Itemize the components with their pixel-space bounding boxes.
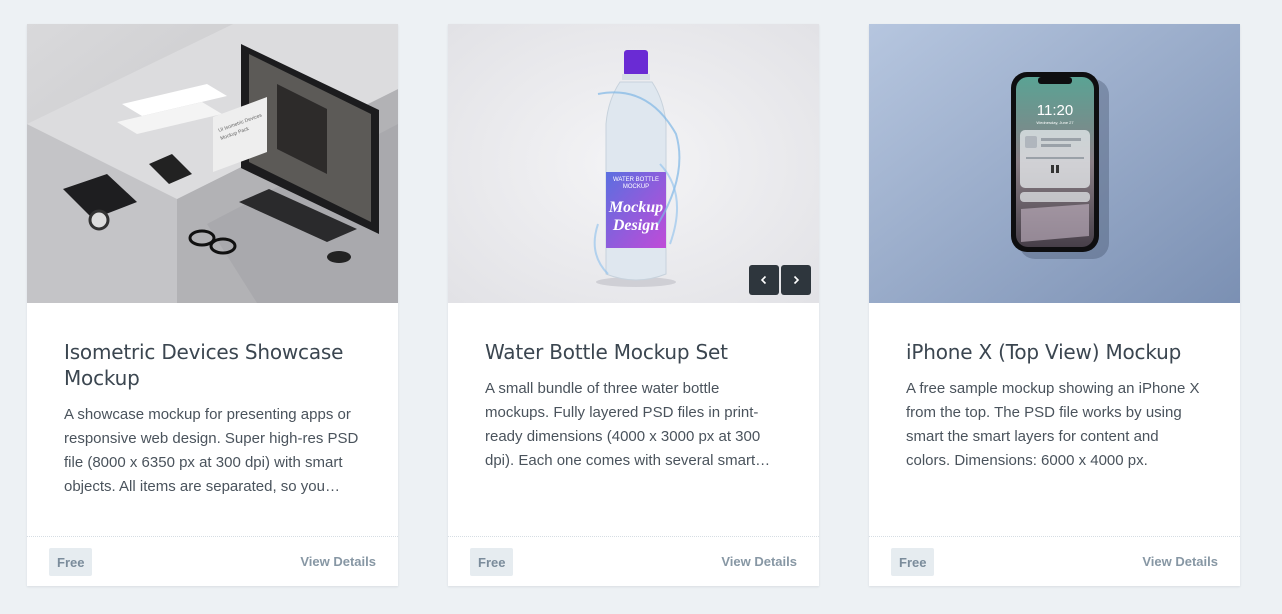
isometric-devices-image: UI Isometric Devices Mockup Pack [27, 24, 398, 303]
bottle-label-text: WATER BOTTLE [613, 177, 659, 183]
mockup-card: 11:20 Wednesday, June 27 iPhone X (Top V… [869, 24, 1240, 586]
water-bottle-image: WATER BOTTLE MOCKUP Mockup Design [448, 24, 819, 303]
view-details-link[interactable]: View Details [721, 554, 797, 569]
chevron-left-icon[interactable] [749, 265, 779, 295]
bottle-label-text: Design [612, 217, 659, 234]
card-thumbnail[interactable]: 11:20 Wednesday, June 27 [869, 24, 1240, 303]
card-description: A showcase mockup for presenting apps or… [64, 406, 359, 495]
price-badge: Free [891, 547, 935, 576]
card-thumbnail[interactable]: WATER BOTTLE MOCKUP Mockup Design [448, 24, 819, 303]
bottle-label-text: MOCKUP [623, 184, 649, 190]
card-thumbnail[interactable]: UI Isometric Devices Mockup Pack [27, 24, 398, 303]
card-description: A free sample mockup showing an iPhone X… [906, 380, 1200, 469]
card-title[interactable]: Water Bottle Mockup Set [485, 339, 783, 365]
mockup-grid: UI Isometric Devices Mockup Pack Isometr… [0, 0, 1282, 614]
card-footer: Free View Details [869, 536, 1240, 586]
carousel-controls [749, 265, 811, 295]
card-footer: Free View Details [27, 536, 398, 586]
card-description: A small bundle of three water bottle moc… [485, 380, 761, 469]
view-details-link[interactable]: View Details [1142, 554, 1218, 569]
card-footer: Free View Details [448, 536, 819, 586]
lockscreen-time: 11:20 [1037, 102, 1073, 119]
card-title[interactable]: Isometric Devices Showcase Mockup [64, 339, 362, 391]
chevron-right-icon[interactable] [781, 265, 811, 295]
price-badge: Free [49, 547, 93, 576]
mockup-card: WATER BOTTLE MOCKUP Mockup Design Water … [448, 24, 819, 586]
mockup-card: UI Isometric Devices Mockup Pack Isometr… [27, 24, 398, 586]
bottle-label-text: Mockup [608, 199, 663, 216]
card-title[interactable]: iPhone X (Top View) Mockup [906, 339, 1204, 365]
view-details-link[interactable]: View Details [300, 554, 376, 569]
price-badge: Free [470, 547, 514, 576]
iphone-x-image: 11:20 Wednesday, June 27 [869, 24, 1240, 303]
lockscreen-date: Wednesday, June 27 [1036, 120, 1074, 125]
